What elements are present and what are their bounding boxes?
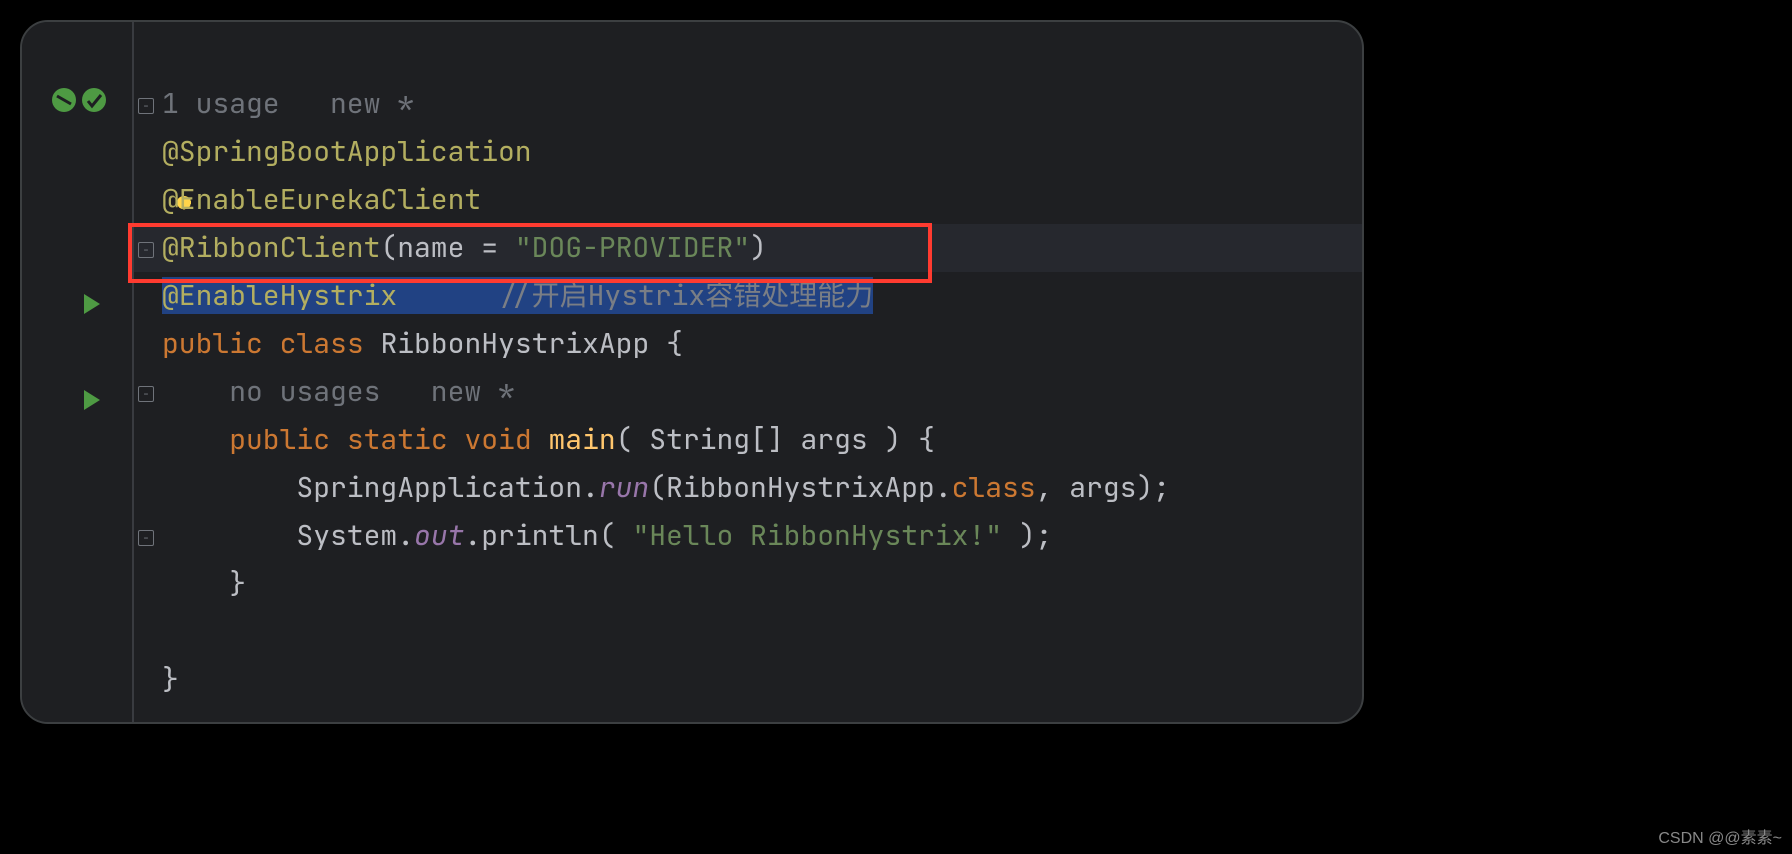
static-method-run: run	[599, 469, 649, 506]
static-field-out: out	[414, 517, 464, 554]
fold-annotation-icon[interactable]: −	[138, 242, 154, 258]
fold-class-icon[interactable]: −	[138, 98, 154, 114]
spring-bean-badge-2-icon[interactable]	[82, 88, 106, 112]
usage-hint[interactable]: 1 usage new *	[162, 85, 414, 122]
run-class-icon[interactable]	[84, 294, 100, 314]
annotation-ribbon: @RibbonClient	[162, 229, 380, 266]
comment-hystrix: //开启Hystrix容错处理能力	[498, 277, 873, 314]
string-literal-hello: "Hello RibbonHystrix!"	[632, 517, 1002, 554]
usage-hint-inner[interactable]: no usages new *	[229, 373, 515, 410]
watermark: CSDN @@素素~	[1658, 824, 1782, 848]
editor-frame: − − − − 1 usage new * @SpringBootApplica…	[20, 20, 1364, 724]
fold-end-method-icon[interactable]: −	[138, 530, 154, 546]
method-main: main	[548, 421, 615, 458]
annotation-eureka: @EnableEurekaClient	[162, 181, 481, 218]
annotation-springboot: @SpringBootApplication	[162, 133, 532, 170]
class-name: RibbonHystrixApp	[380, 325, 649, 362]
run-method-icon[interactable]	[84, 390, 100, 410]
code-area[interactable]: 1 usage new * @SpringBootApplication @En…	[162, 32, 1352, 724]
gutter-divider	[132, 22, 134, 722]
spring-bean-badge-icon[interactable]	[52, 88, 76, 112]
string-literal: "DOG-PROVIDER"	[515, 229, 750, 266]
annotation-hystrix: @EnableHystrix	[162, 277, 397, 314]
fold-method-icon[interactable]: −	[138, 386, 154, 402]
gutter	[22, 22, 132, 722]
